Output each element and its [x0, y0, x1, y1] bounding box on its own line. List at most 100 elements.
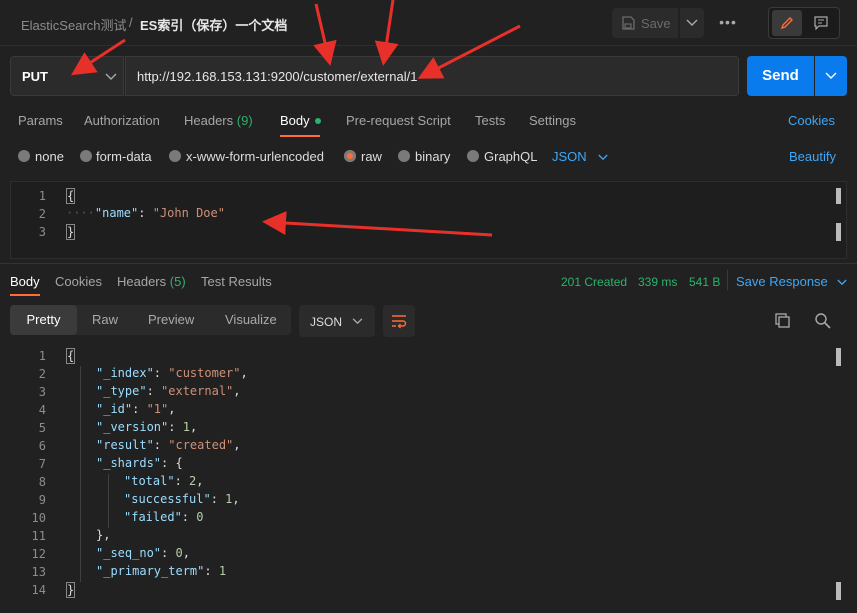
- editor-scrollbar[interactable]: [836, 223, 841, 241]
- radio-none[interactable]: [18, 150, 30, 162]
- resp-tab-cookies[interactable]: Cookies: [55, 274, 102, 289]
- more-actions-button[interactable]: •••: [716, 10, 740, 36]
- resp-tab-body[interactable]: Body: [10, 274, 40, 289]
- brace-open: {: [66, 188, 76, 204]
- code-line: }: [66, 224, 76, 240]
- code-line: {: [66, 348, 76, 364]
- resp-tab-headers[interactable]: Headers (5): [117, 274, 186, 289]
- tab-params[interactable]: Params: [18, 113, 63, 128]
- view-pretty-button[interactable]: Pretty: [10, 305, 77, 335]
- tab-authorization[interactable]: Authorization: [84, 113, 160, 128]
- tab-prerequest-script[interactable]: Pre-request Script: [346, 113, 451, 128]
- cookies-link[interactable]: Cookies: [788, 113, 835, 128]
- json-value: "external": [161, 384, 234, 398]
- json-value: 0: [196, 510, 204, 524]
- edit-mode-button[interactable]: [772, 10, 802, 36]
- radio-urlencoded-label: x-www-form-urlencoded: [186, 149, 324, 164]
- beautify-link[interactable]: Beautify: [789, 149, 836, 164]
- json-punctuation: ,: [233, 438, 241, 452]
- json-value: {: [175, 456, 183, 470]
- json-punctuation: :: [153, 438, 169, 452]
- breadcrumb-collection[interactable]: ElasticSearch测试: [21, 15, 126, 34]
- search-button[interactable]: [812, 310, 834, 332]
- line-number: 10: [31, 511, 46, 525]
- save-options-button[interactable]: [680, 8, 704, 38]
- body-format-label: JSON: [552, 149, 587, 164]
- response-size[interactable]: 541 B: [689, 275, 720, 289]
- radio-binary[interactable]: [398, 150, 410, 162]
- tab-headers[interactable]: Headers (9): [184, 113, 253, 128]
- code-line: "successful": 1,: [124, 492, 240, 506]
- radio-raw[interactable]: [344, 150, 356, 162]
- brace-open: {: [66, 348, 76, 364]
- line-number: 3: [38, 385, 46, 399]
- json-key: "_id": [96, 402, 133, 416]
- body-format-select[interactable]: JSON: [552, 149, 608, 164]
- radio-form-data[interactable]: [80, 150, 92, 162]
- send-button[interactable]: Send: [747, 56, 814, 96]
- tab-body[interactable]: Body: [280, 113, 310, 128]
- json-key: "_version": [96, 420, 169, 434]
- line-number: 9: [38, 493, 46, 507]
- line-number: 12: [31, 547, 46, 561]
- json-key: "successful": [124, 492, 211, 506]
- json-key: "name": [94, 206, 139, 220]
- save-button[interactable]: Save: [612, 8, 678, 38]
- line-number: 8: [38, 475, 46, 489]
- radio-graphql[interactable]: [467, 150, 479, 162]
- save-response-button[interactable]: Save Response: [736, 274, 848, 289]
- line-number: 4: [38, 403, 46, 417]
- body-modified-dot: [315, 118, 321, 124]
- url-text: http://192.168.153.131:9200/customer/ext…: [137, 69, 418, 84]
- code-line: "_primary_term": 1: [96, 564, 226, 578]
- json-key: "_seq_no": [96, 546, 162, 560]
- search-icon: [815, 313, 831, 329]
- response-scrollbar[interactable]: [836, 348, 841, 366]
- code-line: "result": "created",: [96, 438, 241, 452]
- code-line: }: [66, 582, 76, 598]
- line-number: 1: [38, 349, 46, 363]
- radio-urlencoded[interactable]: [169, 150, 181, 162]
- code-line: "_seq_no": 0,: [96, 546, 190, 560]
- radio-none-label: none: [35, 149, 64, 164]
- pencil-icon: [780, 17, 793, 30]
- response-format-select[interactable]: JSON: [299, 305, 375, 337]
- json-key: "result": [96, 438, 154, 452]
- json-value: "created": [168, 438, 234, 452]
- code-line: "_id": "1",: [96, 402, 176, 416]
- comments-button[interactable]: [806, 10, 836, 36]
- chevron-down-icon: [686, 19, 698, 26]
- code-line: "_version": 1,: [96, 420, 197, 434]
- divider: [727, 270, 728, 290]
- request-title[interactable]: ES索引（保存）一个文档: [140, 15, 287, 34]
- response-time[interactable]: 339 ms: [638, 275, 677, 289]
- editor-scrollbar[interactable]: [836, 188, 841, 204]
- code-line: {: [66, 188, 76, 204]
- tab-tests[interactable]: Tests: [475, 113, 505, 128]
- line-number: 13: [31, 565, 46, 579]
- view-visualize-button[interactable]: Visualize: [225, 312, 277, 327]
- radio-raw-label: raw: [361, 149, 382, 164]
- status-code[interactable]: 201 Created: [561, 275, 627, 289]
- chevron-down-icon: [825, 72, 837, 79]
- copy-button[interactable]: [772, 310, 794, 332]
- wrap-icon: [392, 315, 407, 329]
- json-punctuation: ,: [182, 546, 190, 560]
- request-body-editor[interactable]: [10, 181, 847, 259]
- tab-settings[interactable]: Settings: [529, 113, 576, 128]
- line-number: 6: [38, 439, 46, 453]
- resp-tab-test-results[interactable]: Test Results: [201, 274, 272, 289]
- json-punctuation: :: [210, 492, 226, 506]
- response-scrollbar[interactable]: [836, 582, 841, 600]
- code-line: "total": 2,: [124, 474, 204, 488]
- json-punctuation: :: [132, 402, 147, 416]
- send-options-button[interactable]: [815, 56, 847, 96]
- view-preview-button[interactable]: Preview: [148, 312, 194, 327]
- wrap-lines-button[interactable]: [383, 305, 415, 337]
- json-key: "_primary_term": [96, 564, 205, 578]
- active-tab-indicator: [280, 135, 320, 137]
- view-raw-button[interactable]: Raw: [92, 312, 118, 327]
- json-colon: :: [138, 206, 153, 220]
- save-label: Save: [641, 16, 671, 31]
- breadcrumb-separator: /: [129, 15, 133, 30]
